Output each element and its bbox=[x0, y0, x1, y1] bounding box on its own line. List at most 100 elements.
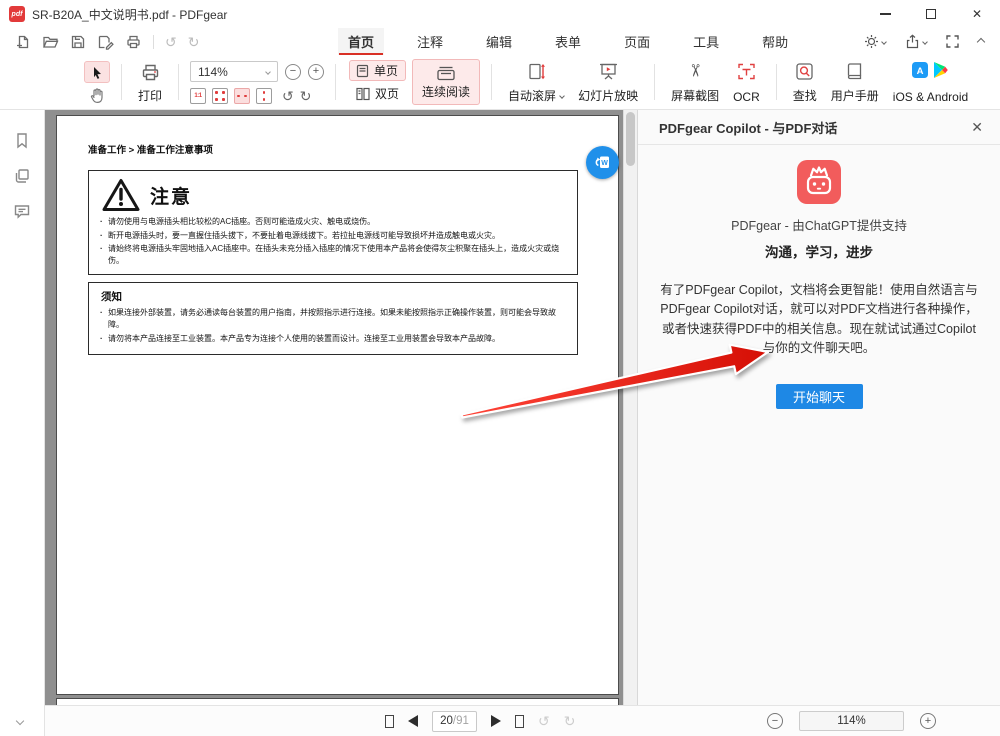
print-button[interactable]: 打印 bbox=[131, 55, 169, 109]
share-caret-icon bbox=[922, 39, 928, 45]
status-zoom-value[interactable]: 114% bbox=[799, 711, 904, 731]
copilot-tagline: 沟通，学习，进步 bbox=[638, 241, 1000, 261]
vertical-scrollbar-thumb[interactable] bbox=[626, 112, 635, 166]
fit-page-button[interactable] bbox=[212, 88, 228, 104]
zoom-select[interactable]: 114% bbox=[190, 61, 278, 82]
actual-size-button[interactable]: 1:1 bbox=[190, 88, 206, 104]
tab-form[interactable]: 表单 bbox=[545, 28, 591, 55]
slideshow-label: 幻灯片放映 bbox=[578, 87, 638, 104]
status-zoom-in-button[interactable]: + bbox=[920, 713, 936, 729]
plus-icon: + bbox=[925, 716, 931, 727]
auto-scroll-caret-icon bbox=[559, 93, 565, 99]
continuous-reading-label: 连续阅读 bbox=[422, 83, 470, 100]
zoom-in-button[interactable]: + bbox=[308, 64, 324, 80]
fit-width-button[interactable] bbox=[234, 88, 250, 104]
status-zoom-out-button[interactable]: − bbox=[767, 713, 783, 729]
caution-title: 注意 bbox=[150, 182, 192, 209]
tab-edit[interactable]: 编辑 bbox=[476, 28, 522, 55]
auto-scroll-label: 自动滚屏 bbox=[508, 87, 556, 104]
next-view-icon[interactable]: ↻ bbox=[564, 714, 576, 728]
current-page: 20 bbox=[440, 715, 453, 727]
print-qat-icon[interactable] bbox=[125, 34, 142, 50]
document-viewport[interactable]: 准备工作 > 准备工作注意事项 注意 请勿使用与电源插头相比较松的AC插座。否则… bbox=[45, 110, 637, 705]
minimize-icon bbox=[880, 13, 891, 14]
continuous-reading-icon bbox=[436, 66, 456, 81]
copilot-close-icon[interactable]: ✕ bbox=[971, 119, 983, 136]
convert-to-word-button[interactable]: W bbox=[586, 146, 619, 179]
user-manual-button[interactable]: 用户手册 bbox=[824, 55, 886, 109]
double-page-button[interactable]: 双页 bbox=[349, 83, 406, 104]
warning-triangle-icon bbox=[101, 177, 141, 213]
notice-title: 须知 bbox=[101, 289, 567, 304]
pdfgear-window: pdf SR-B20A_中文说明书.pdf - PDFgear ✕ ↺ ↻ 首页… bbox=[0, 0, 1000, 736]
user-manual-icon bbox=[845, 62, 864, 80]
ribbon-toolbar: 打印 114% − + 1:1 ↺ ↻ bbox=[0, 55, 1000, 110]
caution-bullet: 请勿使用与电源插头相比较松的AC插座。否则可能造成火灾、触电或烧伤。 bbox=[99, 216, 567, 228]
pdfgear-logo-icon: pdf bbox=[9, 6, 25, 22]
ocr-icon bbox=[736, 62, 757, 81]
tab-home[interactable]: 首页 bbox=[338, 28, 384, 55]
zoom-out-button[interactable]: − bbox=[285, 64, 301, 80]
hand-tool-button[interactable] bbox=[89, 87, 105, 104]
previous-page-icon[interactable] bbox=[408, 715, 418, 727]
zoom-select-value: 114% bbox=[198, 65, 228, 79]
open-file-icon[interactable] bbox=[42, 34, 59, 50]
ocr-button[interactable]: OCR bbox=[726, 55, 767, 109]
previous-view-icon[interactable]: ↺ bbox=[538, 714, 550, 728]
close-icon: ✕ bbox=[972, 7, 982, 21]
bookmarks-icon[interactable] bbox=[13, 132, 31, 149]
tab-page[interactable]: 页面 bbox=[614, 28, 660, 55]
copilot-panel: PDFgear Copilot - 与PDF对话 ✕ PDFgear - 由Ch… bbox=[637, 110, 1000, 705]
start-chat-button[interactable]: 开始聊天 bbox=[776, 384, 863, 409]
maximize-button[interactable] bbox=[908, 0, 954, 28]
copilot-powered-text: PDFgear - 由ChatGPT提供支持 bbox=[638, 215, 1000, 234]
menu-bar: ↺ ↻ 首页 注释 编辑 表单 页面 工具 帮助 bbox=[0, 28, 1000, 55]
thumbnails-icon[interactable] bbox=[13, 167, 31, 185]
slideshow-icon bbox=[598, 62, 619, 81]
screenshot-button[interactable]: ✂ 屏幕截图 bbox=[664, 55, 726, 109]
tab-help[interactable]: 帮助 bbox=[752, 28, 798, 55]
single-page-button[interactable]: 单页 bbox=[349, 60, 406, 81]
find-button[interactable]: 查找 bbox=[786, 55, 824, 109]
double-page-icon bbox=[356, 87, 370, 101]
theme-icon[interactable] bbox=[864, 34, 886, 49]
page-breadcrumb: 准备工作 > 准备工作注意事项 bbox=[88, 142, 213, 156]
ios-android-button[interactable]: A iOS & Android bbox=[886, 55, 975, 109]
close-button[interactable]: ✕ bbox=[954, 0, 1000, 28]
first-page-icon[interactable] bbox=[385, 715, 394, 728]
new-file-icon[interactable] bbox=[15, 34, 31, 50]
tab-tools[interactable]: 工具 bbox=[683, 28, 729, 55]
window-title: SR-B20A_中文说明书.pdf - PDFgear bbox=[32, 6, 227, 23]
save-as-icon[interactable] bbox=[97, 34, 114, 50]
rotate-right-icon[interactable]: ↻ bbox=[300, 89, 312, 103]
collapse-ribbon-icon[interactable] bbox=[977, 37, 985, 45]
auto-scroll-icon bbox=[527, 62, 546, 82]
share-icon[interactable] bbox=[905, 34, 927, 49]
comments-icon[interactable] bbox=[13, 203, 31, 220]
quick-access-toolbar: ↺ ↻ bbox=[15, 34, 199, 50]
find-icon bbox=[795, 62, 814, 81]
rotate-left-icon[interactable]: ↺ bbox=[282, 89, 294, 103]
double-page-label: 双页 bbox=[375, 85, 399, 102]
svg-text:W: W bbox=[601, 160, 608, 167]
ios-android-label: iOS & Android bbox=[893, 90, 968, 104]
caution-box: 注意 请勿使用与电源插头相比较松的AC插座。否则可能造成火灾、触电或烧伤。 断开… bbox=[88, 170, 578, 275]
auto-scroll-button[interactable]: 自动滚屏 bbox=[501, 55, 571, 109]
sidebar-collapse-icon[interactable] bbox=[16, 717, 24, 725]
slideshow-button[interactable]: 幻灯片放映 bbox=[571, 55, 645, 109]
page-number-input[interactable]: 20/91 bbox=[432, 711, 477, 732]
notice-box: 须知 如果连接外部装置，请务必通读每台装置的用户指南，并按照指示进行连接。如果未… bbox=[88, 282, 578, 355]
fit-height-button[interactable] bbox=[256, 88, 272, 104]
fullscreen-icon[interactable] bbox=[946, 35, 959, 48]
undo-icon[interactable]: ↺ bbox=[165, 35, 177, 49]
vertical-scrollbar[interactable] bbox=[623, 110, 637, 705]
total-pages: /91 bbox=[453, 715, 469, 727]
minimize-button[interactable] bbox=[862, 0, 908, 28]
select-tool-button[interactable] bbox=[84, 61, 110, 83]
tab-annotate[interactable]: 注释 bbox=[407, 28, 453, 55]
save-icon[interactable] bbox=[70, 34, 86, 50]
last-page-icon[interactable] bbox=[515, 715, 524, 728]
continuous-reading-button[interactable]: 连续阅读 bbox=[412, 59, 480, 105]
next-page-icon[interactable] bbox=[491, 715, 501, 727]
redo-icon[interactable]: ↻ bbox=[188, 35, 200, 49]
